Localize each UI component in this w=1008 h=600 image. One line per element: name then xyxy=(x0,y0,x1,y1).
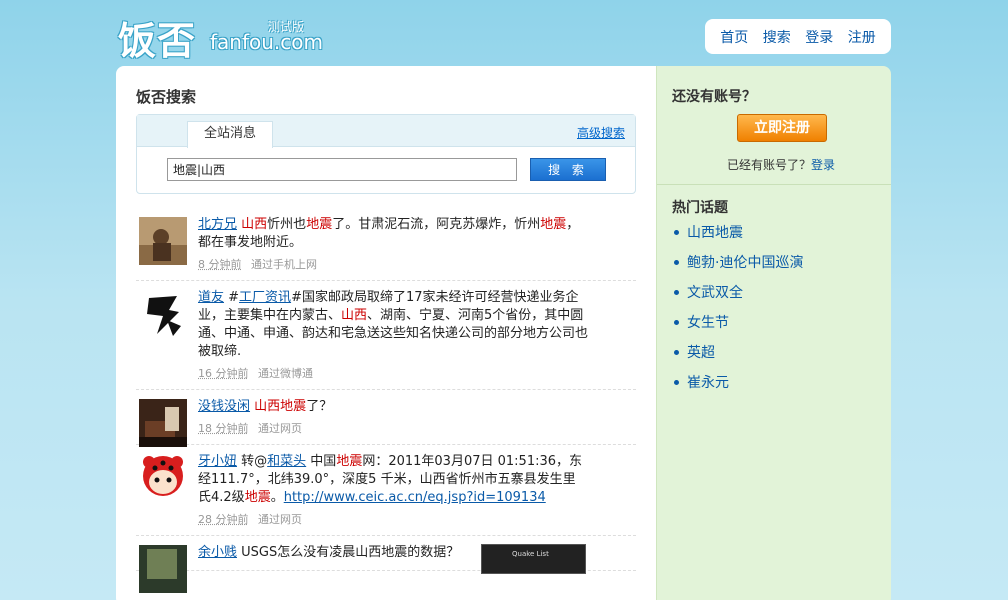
user-avatar[interactable] xyxy=(139,454,187,502)
search-panel: 全站消息 高级搜索 搜 索 xyxy=(136,114,636,194)
highlighted-keyword: 地震 xyxy=(336,454,363,469)
message-item: 道友 #工厂资讯#国家邮政局取缔了17家未经许可经营快递业务企业，主要集中在内蒙… xyxy=(136,281,636,390)
search-button[interactable]: 搜 索 xyxy=(530,158,606,181)
message-feed: 北方兄 山西忻州也地震了。甘肃泥石流，阿克苏爆炸，忻州地震，都在事发地附近。 8… xyxy=(136,208,636,593)
hot-topic-item[interactable]: 鲍勃·迪伦中国巡演 xyxy=(672,254,803,284)
main-column: 饭否搜索 全站消息 高级搜索 搜 索 北方兄 山西忻州也地震了。甘肃泥石流，阿克… xyxy=(116,66,656,600)
message-time[interactable]: 18 分钟前 xyxy=(198,422,249,435)
page-title: 饭否搜索 xyxy=(136,88,197,106)
highlighted-keyword: 山西 xyxy=(241,217,268,232)
logo-beta-badge: 测试版 xyxy=(268,20,305,34)
username-link[interactable]: 没钱没闲 xyxy=(198,399,250,414)
user-avatar[interactable] xyxy=(139,217,187,265)
attached-image-thumbnail[interactable]: Quake List xyxy=(481,544,586,574)
search-input[interactable] xyxy=(167,158,517,181)
message-meta: 28 分钟前 通过网页 xyxy=(198,511,636,527)
hot-topic-item[interactable]: 英超 xyxy=(672,344,803,374)
user-avatar[interactable] xyxy=(139,290,187,338)
logo-cn-text: 饭否 xyxy=(118,19,197,63)
message-text: 道友 #工厂资讯#国家邮政局取缔了17家未经许可经营快递业务企业，主要集中在内蒙… xyxy=(198,289,588,361)
highlighted-keyword: 地震 xyxy=(280,399,307,414)
message-meta: 16 分钟前 通过微博通 xyxy=(198,365,636,381)
hot-topic-item[interactable]: 崔永元 xyxy=(672,374,803,404)
message-fragment: 转@ xyxy=(237,454,268,469)
highlighted-keyword: 山西 xyxy=(254,399,281,414)
highlighted-keyword: 地震 xyxy=(540,217,567,232)
top-nav: 首页 搜索 登录 注册 xyxy=(705,19,891,54)
sidebar-login-link[interactable]: 登录 xyxy=(811,158,835,172)
message-text: 北方兄 山西忻州也地震了。甘肃泥石流，阿克苏爆炸，忻州地震，都在事发地附近。 xyxy=(198,216,588,252)
content-container: 饭否搜索 全站消息 高级搜索 搜 索 北方兄 山西忻州也地震了。甘肃泥石流，阿克… xyxy=(116,66,891,600)
message-link[interactable]: 和菜头 xyxy=(267,454,306,469)
advanced-search-link[interactable]: 高级搜索 xyxy=(577,124,625,141)
logo-en-text: fanfou.com xyxy=(210,30,323,54)
hot-topic-item[interactable]: 山西地震 xyxy=(672,224,803,254)
have-account-text: 已经有账号了？登录 xyxy=(727,156,835,173)
user-avatar[interactable] xyxy=(139,545,187,593)
message-text: 没钱没闲 山西地震了？ xyxy=(198,398,588,416)
have-account-label: 已经有账号了？ xyxy=(727,158,812,172)
tab-all-messages[interactable]: 全站消息 xyxy=(187,121,273,148)
message-fragment: 忻州也 xyxy=(267,217,307,232)
hot-topics-list: 山西地震 鲍勃·迪伦中国巡演 文武双全 女生节 英超 崔永元 xyxy=(672,224,803,404)
message-fragment: 中国 xyxy=(306,454,337,469)
message-item: 没钱没闲 山西地震了？ 18 分钟前 通过网页 xyxy=(136,390,636,447)
username-link[interactable]: 北方兄 xyxy=(198,217,237,232)
highlighted-keyword: 山西 xyxy=(341,308,368,323)
message-meta: 8 分钟前 通过手机上网 xyxy=(198,256,636,272)
nav-search-link[interactable]: 搜索 xyxy=(763,27,791,47)
message-item: 牙小妞 转@和菜头 中国地震网：2011年03月07日 01:51:36，东经1… xyxy=(136,445,636,536)
register-now-button[interactable]: 立即注册 xyxy=(737,114,827,142)
message-time[interactable]: 16 分钟前 xyxy=(198,367,249,380)
message-source: 通过手机上网 xyxy=(251,258,317,271)
nav-register-link[interactable]: 注册 xyxy=(848,27,876,47)
message-fragment: 了？ xyxy=(306,399,333,414)
hot-topic-item[interactable]: 文武双全 xyxy=(672,284,803,314)
sidebar: 还没有账号？ 立即注册 已经有账号了？登录 热门话题 山西地震 鲍勃·迪伦中国巡… xyxy=(656,66,891,600)
highlighted-keyword: 地震 xyxy=(306,217,333,232)
hot-topics-heading: 热门话题 xyxy=(672,200,728,216)
message-item: 余小贱 USGS怎么没有凌晨山西地震的数据？ Quake List xyxy=(136,536,636,593)
message-time[interactable]: 8 分钟前 xyxy=(198,258,242,271)
user-avatar[interactable] xyxy=(139,399,187,447)
no-account-heading: 还没有账号？ xyxy=(672,89,756,105)
message-fragment: 了。甘肃泥石流，阿克苏爆炸，忻州 xyxy=(332,217,541,232)
message-link[interactable]: 工厂资讯 xyxy=(239,290,291,305)
message-time[interactable]: 28 分钟前 xyxy=(198,513,249,526)
message-text: 牙小妞 转@和菜头 中国地震网：2011年03月07日 01:51:36，东经1… xyxy=(198,453,588,507)
search-tabbar: 全站消息 高级搜索 xyxy=(137,115,635,148)
message-source: 通过网页 xyxy=(258,422,302,435)
message-fragment: 。 xyxy=(270,490,284,505)
username-link[interactable]: 余小贱 xyxy=(198,545,237,560)
message-item: 北方兄 山西忻州也地震了。甘肃泥石流，阿克苏爆炸，忻州地震，都在事发地附近。 8… xyxy=(136,208,636,281)
sidebar-divider xyxy=(657,184,891,185)
nav-login-link[interactable]: 登录 xyxy=(805,27,833,47)
message-fragment: USGS怎么没有凌晨山西地震的数据？ xyxy=(237,545,460,560)
message-source: 通过网页 xyxy=(258,513,302,526)
username-link[interactable]: 道友 xyxy=(198,290,224,305)
message-meta: 18 分钟前 通过网页 xyxy=(198,420,636,436)
message-fragment: # xyxy=(224,290,240,305)
message-source: 通过微博通 xyxy=(258,367,313,380)
username-link[interactable]: 牙小妞 xyxy=(198,454,237,469)
highlighted-keyword: 地震 xyxy=(244,490,271,505)
nav-home-link[interactable]: 首页 xyxy=(720,27,748,47)
thumbnail-title: Quake List xyxy=(512,550,549,558)
message-link[interactable]: http://www.ceic.ac.cn/eq.jsp?id=109134 xyxy=(284,490,546,505)
hot-topic-item[interactable]: 女生节 xyxy=(672,314,803,344)
